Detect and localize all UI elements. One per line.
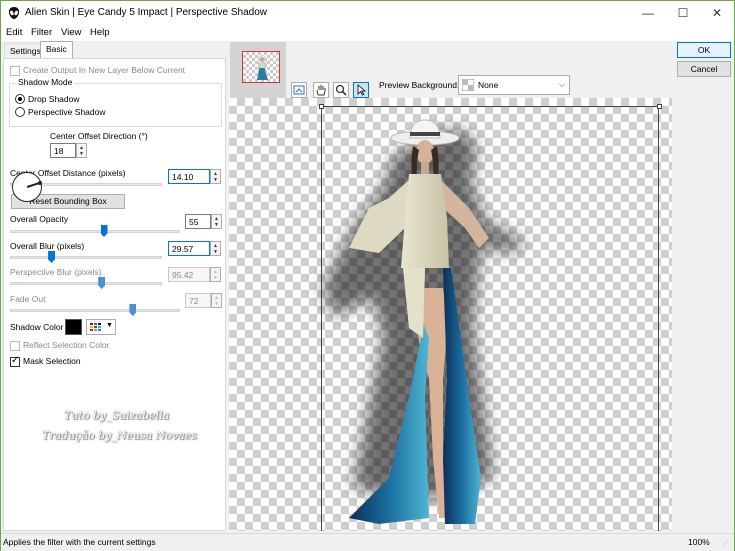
dialog-buttons: OK Cancel	[672, 41, 734, 531]
create-output-checkbox[interactable]	[10, 66, 20, 76]
window-title: Alien Skin | Eye Candy 5 Impact | Perspe…	[25, 7, 267, 18]
status-text: Applies the filter with the current sett…	[3, 537, 156, 547]
color-picker-dropdown[interactable]: ▼	[86, 319, 116, 335]
basic-tab-panel: Create Output In New Layer Below Current…	[3, 58, 226, 531]
menu-view[interactable]: View	[61, 27, 81, 38]
overall-opacity-spinner[interactable]: ▲ ▼	[211, 214, 222, 229]
watermark-line-2: Tradução by_Neusa Novaes	[42, 429, 197, 442]
thumbnail-figure	[257, 55, 268, 80]
zoom-tool-button[interactable]	[333, 82, 349, 98]
watermark-line-1: Tuto by_Suizabella	[64, 409, 170, 422]
menu-edit[interactable]: Edit	[6, 27, 22, 38]
overall-blur-input[interactable]: 29.57	[168, 241, 210, 256]
overall-opacity-input[interactable]: 55	[185, 214, 211, 229]
resize-grip-icon[interactable]: ⋰	[722, 539, 729, 547]
arrow-pointer-icon	[357, 84, 367, 96]
close-button[interactable]: ✕	[700, 1, 734, 25]
center-offset-direction-dial[interactable]	[12, 172, 42, 202]
hand-icon	[316, 85, 326, 96]
preview-tool-toggle[interactable]	[291, 82, 307, 98]
checkerboard-swatch-icon	[462, 79, 474, 91]
overall-blur-spinner[interactable]: ▲ ▼	[210, 241, 221, 256]
bbox-handle-top-right[interactable]	[657, 104, 662, 109]
bbox-handle-top-left[interactable]	[319, 104, 324, 109]
perspective-blur-track	[10, 282, 162, 285]
settings-panel: Settings Basic Create Output In New Laye…	[2, 41, 228, 531]
hand-tool-button[interactable]	[313, 82, 329, 98]
center-offset-direction-input[interactable]: 18	[50, 143, 76, 158]
preview-frame-icon	[293, 85, 305, 95]
navigator-thumbnail[interactable]	[230, 42, 286, 98]
overall-blur-track[interactable]	[10, 256, 162, 259]
drop-shadow-label: Drop Shadow	[28, 94, 80, 104]
dial-handle[interactable]	[38, 181, 42, 185]
perspective-blur-label: Perspective Blur (pixels)	[10, 267, 102, 277]
alien-skin-app-icon	[8, 7, 20, 19]
menu-bar: Edit Filter View Help	[1, 25, 734, 41]
cancel-button[interactable]: Cancel	[677, 61, 731, 77]
chevron-down-icon: ⌵	[558, 80, 565, 89]
overall-opacity-slider[interactable]	[100, 225, 108, 237]
preview-background-label: Preview Background:	[379, 80, 460, 90]
close-icon: ✕	[711, 6, 723, 20]
fade-out-slider	[129, 304, 137, 316]
shadow-color-label: Shadow Color	[10, 322, 64, 332]
perspective-blur-slider	[98, 277, 106, 289]
center-offset-distance-input[interactable]: 14.10	[168, 169, 210, 184]
overall-opacity-label: Overall Opacity	[10, 214, 69, 224]
perspective-shadow-label: Perspective Shadow	[28, 107, 106, 117]
preview-background-select[interactable]: None ⌵	[458, 75, 570, 95]
perspective-shadow-radio[interactable]	[15, 107, 25, 117]
reflect-selection-color-label: Reflect Selection Color	[23, 340, 110, 350]
tab-basic[interactable]: Basic	[40, 41, 73, 59]
zoom-level: 100%	[688, 537, 710, 547]
shadow-color-swatch[interactable]	[65, 319, 82, 335]
center-offset-direction-spinner[interactable]: ▲ ▼	[76, 143, 87, 158]
eye-candy-window: Alien Skin | Eye Candy 5 Impact | Perspe…	[0, 0, 735, 551]
chevron-down-icon: ▼	[106, 322, 113, 329]
select-tool-button[interactable]	[353, 82, 369, 98]
menu-filter[interactable]: Filter	[31, 27, 52, 38]
overall-blur-slider[interactable]	[48, 251, 56, 263]
fade-out-label: Fade Out	[10, 294, 46, 304]
overall-blur-label: Overall Blur (pixels)	[10, 241, 85, 251]
magnifier-icon	[335, 84, 347, 96]
preview-background-value: None	[478, 80, 499, 90]
maximize-button[interactable]: ☐	[666, 1, 700, 25]
minimize-icon: —	[642, 6, 654, 20]
shadow-mode-group	[9, 83, 222, 127]
drop-shadow-radio[interactable]	[15, 94, 25, 104]
title-bar: Alien Skin | Eye Candy 5 Impact | Perspe…	[1, 1, 734, 25]
fade-out-track	[10, 309, 180, 312]
preview-area: Preview Background: None ⌵	[229, 41, 672, 531]
fade-out-spinner: ▲ ▼	[211, 293, 222, 308]
navigator-view-rect[interactable]	[242, 51, 280, 83]
center-offset-distance-spinner[interactable]: ▲ ▼	[210, 169, 221, 184]
shadow-mode-title: Shadow Mode	[16, 77, 75, 87]
minimize-button[interactable]: —	[631, 1, 665, 25]
center-offset-direction-label: Center Offset Direction (°)	[50, 131, 148, 141]
ok-button[interactable]: OK	[677, 42, 731, 58]
create-output-label: Create Output In New Layer Below Current	[23, 65, 186, 75]
palette-grid-icon	[90, 323, 101, 331]
perspective-blur-spinner: ▲ ▼	[210, 267, 221, 282]
status-bar: Applies the filter with the current sett…	[1, 533, 734, 551]
perspective-blur-input: 95.42	[168, 267, 210, 282]
fade-out-input: 72	[185, 293, 211, 308]
overall-opacity-track[interactable]	[10, 230, 180, 233]
mask-selection-checkbox[interactable]	[10, 355, 20, 367]
bounding-box[interactable]	[321, 106, 659, 531]
preview-canvas[interactable]	[229, 98, 672, 531]
maximize-icon: ☐	[677, 6, 689, 20]
menu-help[interactable]: Help	[90, 27, 110, 38]
reflect-selection-color-checkbox[interactable]	[10, 341, 20, 351]
mask-selection-label: Mask Selection	[23, 356, 81, 366]
